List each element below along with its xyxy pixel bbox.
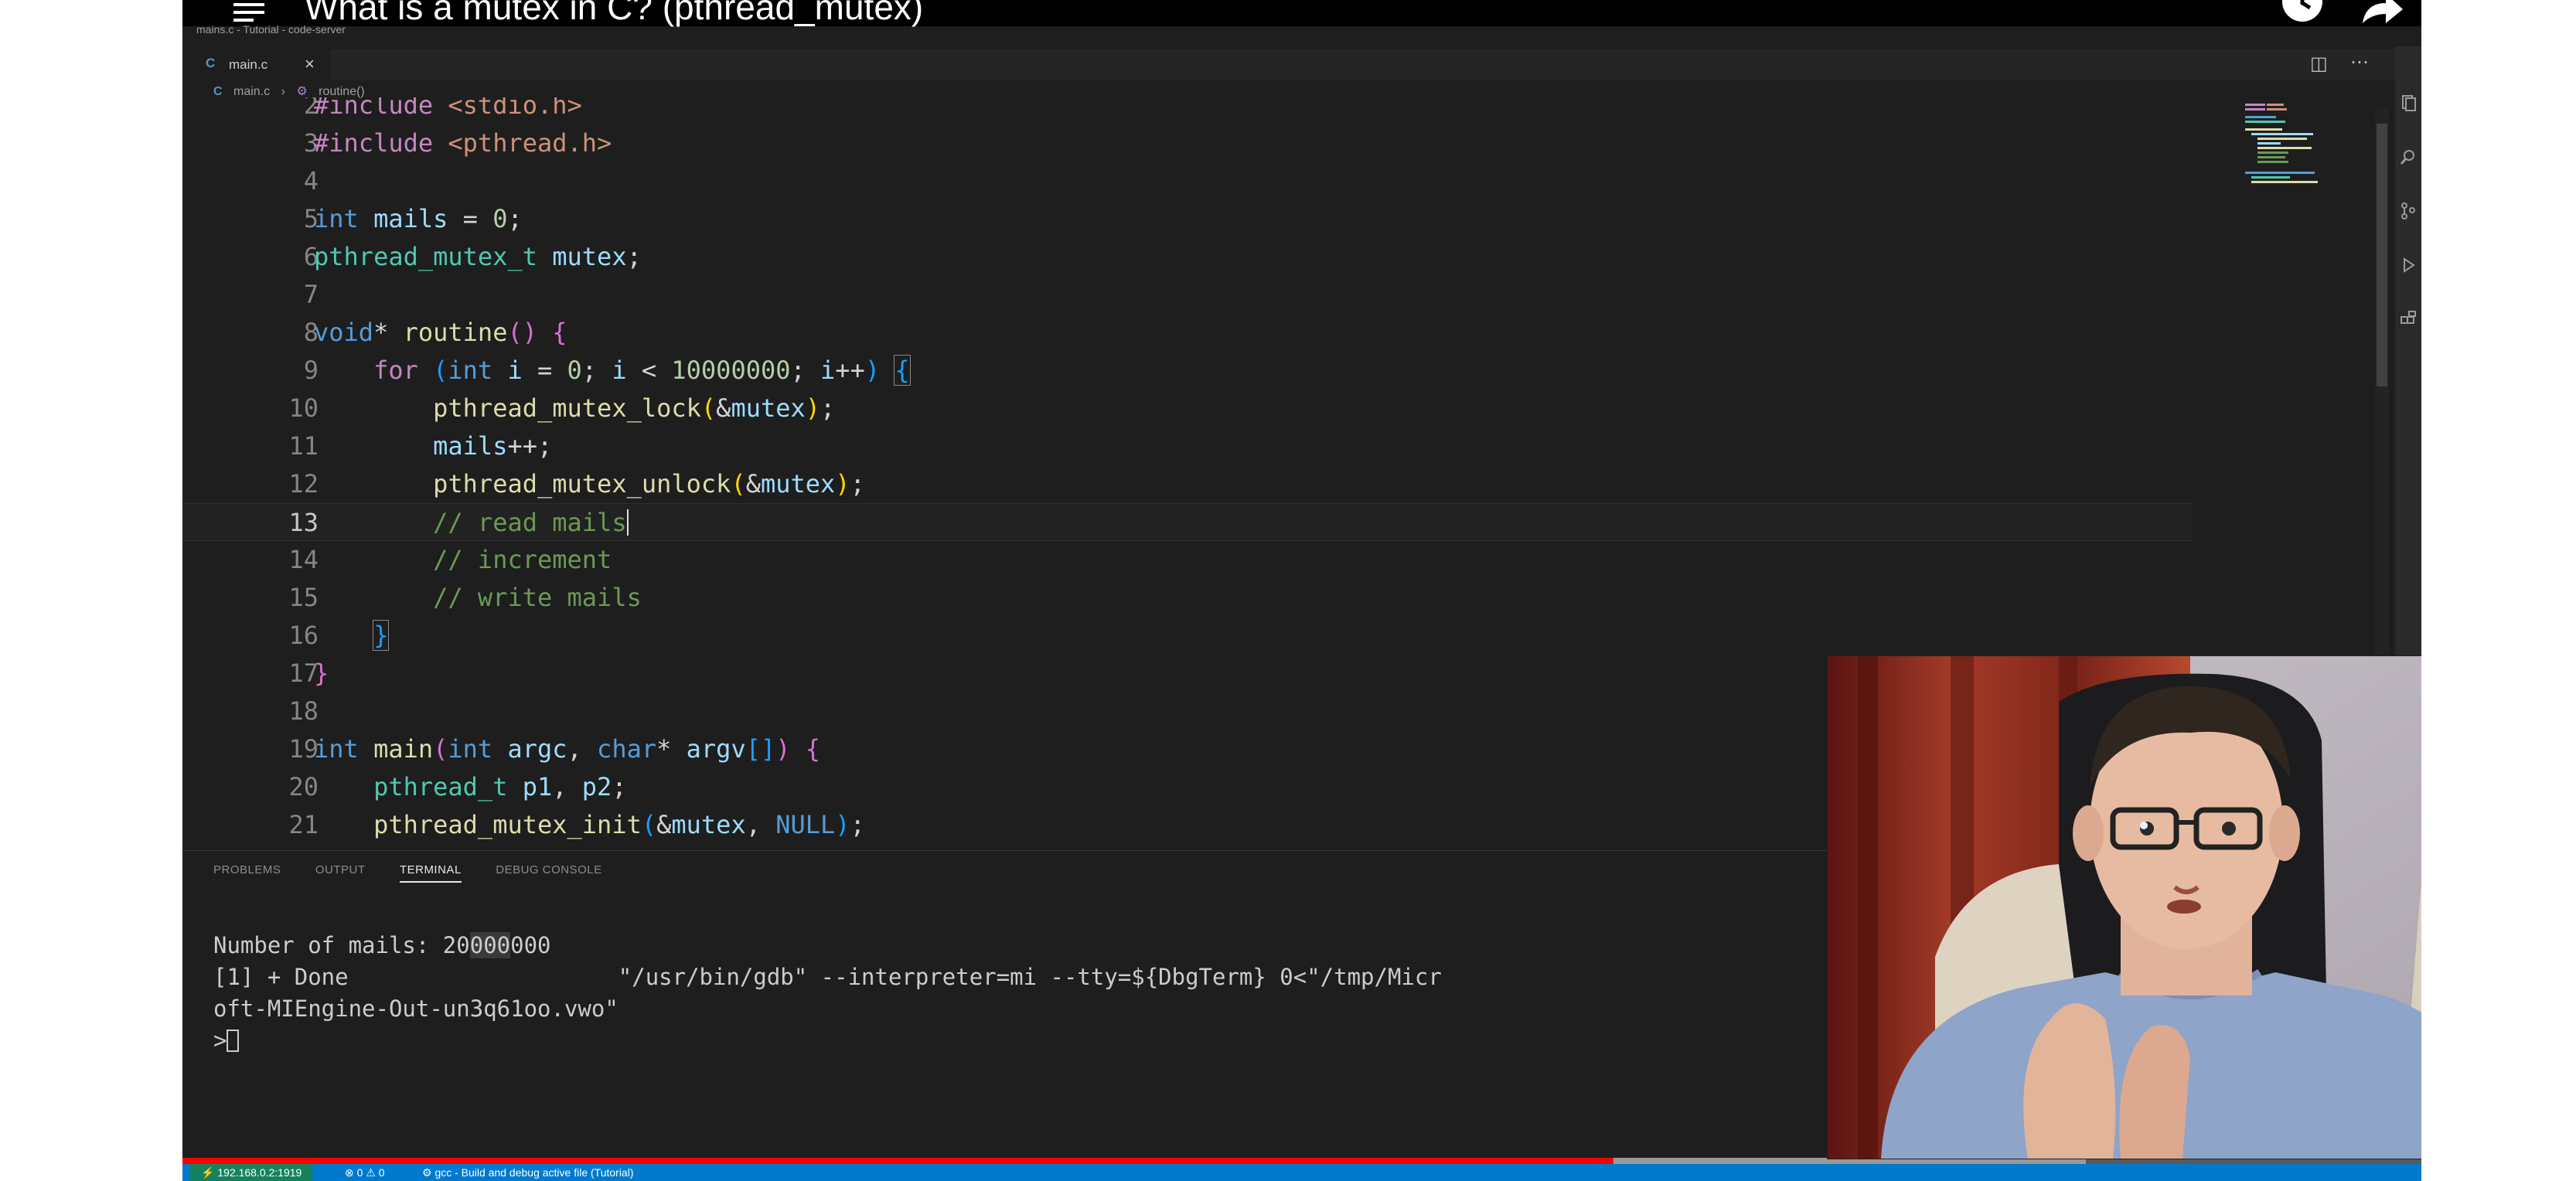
c-file-icon: C: [213, 85, 223, 98]
extensions-icon[interactable]: [2400, 311, 2417, 328]
code-line: 3 #include <pthread.h>: [182, 124, 2193, 162]
breadcrumb-file[interactable]: main.c: [233, 85, 270, 98]
explorer-icon[interactable]: [2400, 94, 2417, 111]
line-number: 16: [288, 621, 319, 650]
tab-label: main.c: [229, 57, 268, 72]
code-line: 10 pthread_mutex_lock(&mutex);: [182, 390, 2193, 427]
share-icon[interactable]: [2358, 0, 2404, 28]
playlist-menu-icon[interactable]: [233, 0, 271, 25]
line-number: 3: [303, 128, 319, 158]
code-line-current: 13 // read mails: [182, 503, 2193, 541]
more-actions-icon[interactable]: ⋯: [2350, 51, 2369, 73]
video-player[interactable]: What is a mutex in C? (pthread_mutex) ma…: [182, 0, 2421, 1181]
tab-problems[interactable]: PROBLEMS: [213, 863, 281, 881]
breadcrumb-separator: ›: [281, 85, 285, 98]
terminal-prompt: >: [213, 1027, 227, 1053]
code-line: 11 mails++;: [182, 427, 2193, 465]
line-number: 4: [303, 166, 319, 196]
tab-main-c[interactable]: C main.c ×: [182, 49, 331, 80]
line-number: 8: [303, 318, 319, 347]
code-line: 16 }: [182, 617, 2193, 655]
terminal-cursor: [227, 1030, 240, 1052]
search-icon[interactable]: [2400, 148, 2417, 165]
line-number: 10: [288, 393, 319, 423]
editor-tab-bar: C main.c × ◫ ⋯: [182, 49, 2421, 80]
tab-output[interactable]: OUTPUT: [315, 863, 366, 881]
video-title[interactable]: What is a mutex in C? (pthread_mutex): [305, 0, 923, 25]
terminal-line: Number of mails: 20: [213, 932, 470, 958]
code-line: 9 for (int i = 0; i < 10000000; i++) {: [182, 352, 2193, 390]
watch-later-icon[interactable]: [2279, 0, 2326, 25]
line-number: 20: [288, 772, 319, 802]
minimap[interactable]: [2239, 100, 2378, 193]
code-line: 8 void* routine() {: [182, 314, 2193, 352]
status-bar: ⚡ 192.168.0.2:1919 ⊗ 0 ⚠ 0 ⚙ gcc - Build…: [182, 1164, 2421, 1181]
code-line: 2 #include <stdio.h>: [182, 97, 2193, 124]
window-caption: mains.c - Tutorial - code-server: [196, 23, 346, 36]
code-comment: // read mails: [433, 508, 627, 537]
line-number: 7: [303, 280, 319, 309]
tab-close-icon[interactable]: ×: [305, 54, 315, 74]
terminal-selection: 000: [469, 932, 511, 958]
video-top-overlay: What is a mutex in C? (pthread_mutex) ma…: [182, 0, 2421, 36]
terminal-line: [1] + Done "/usr/bin/gdb" --interpreter=…: [213, 964, 1442, 990]
line-number: 9: [303, 356, 319, 385]
code-line: 12 pthread_mutex_unlock(&mutex);: [182, 465, 2193, 503]
code-comment: // increment: [433, 545, 612, 574]
webcam-video-overlay: [1827, 655, 2421, 1159]
code-line: 6 pthread_mutex_t mutex;: [182, 238, 2193, 276]
line-number: 5: [303, 204, 319, 233]
code-line: 4: [182, 162, 2193, 200]
line-number: 19: [288, 734, 319, 764]
line-number: 18: [288, 696, 319, 726]
problems-status[interactable]: ⊗ 0 ⚠ 0: [345, 1164, 385, 1181]
remote-status[interactable]: ⚡ 192.168.0.2:1919: [190, 1164, 313, 1181]
line-number: 14: [288, 545, 319, 574]
line-number: 15: [288, 583, 319, 612]
tab-terminal[interactable]: TERMINAL: [399, 863, 462, 883]
tab-debug-console[interactable]: DEBUG CONSOLE: [496, 863, 601, 881]
split-editor-icon[interactable]: ◫: [2310, 53, 2328, 75]
code-line: 5 int mails = 0;: [182, 200, 2193, 238]
line-number: 6: [303, 242, 319, 271]
code-line: 15 // write mails: [182, 579, 2193, 617]
panel-tabs: PROBLEMS OUTPUT TERMINAL DEBUG CONSOLE: [213, 863, 633, 883]
terminal-line: 000: [510, 932, 551, 958]
text-caret: [626, 509, 629, 536]
breadcrumb-symbol[interactable]: routine(): [319, 85, 365, 98]
function-symbol-icon: ⚙: [296, 85, 308, 98]
code-comment: // write mails: [433, 583, 642, 612]
run-debug-icon[interactable]: [2400, 257, 2417, 274]
line-number: 21: [288, 810, 319, 839]
code-line: 14 // increment: [182, 541, 2193, 579]
line-number: 2: [303, 97, 319, 120]
code-line: 7: [182, 276, 2193, 314]
c-file-icon: C: [206, 56, 216, 70]
editor-scrollbar-thumb[interactable]: [2377, 124, 2387, 386]
terminal-output[interactable]: Number of mails: 20000000 [1] + Done "/u…: [213, 930, 1442, 1057]
video-progress-played[interactable]: [182, 1158, 1613, 1164]
line-number: 13: [288, 508, 319, 537]
build-task-status[interactable]: ⚙ gcc - Build and debug active file (Tut…: [422, 1164, 634, 1181]
terminal-line: oft-MIEngine-Out-un3q61oo.vwo": [213, 996, 618, 1022]
source-control-icon[interactable]: [2400, 203, 2417, 220]
line-number: 12: [288, 469, 319, 499]
line-number: 11: [288, 431, 319, 461]
line-number: 17: [288, 659, 319, 688]
